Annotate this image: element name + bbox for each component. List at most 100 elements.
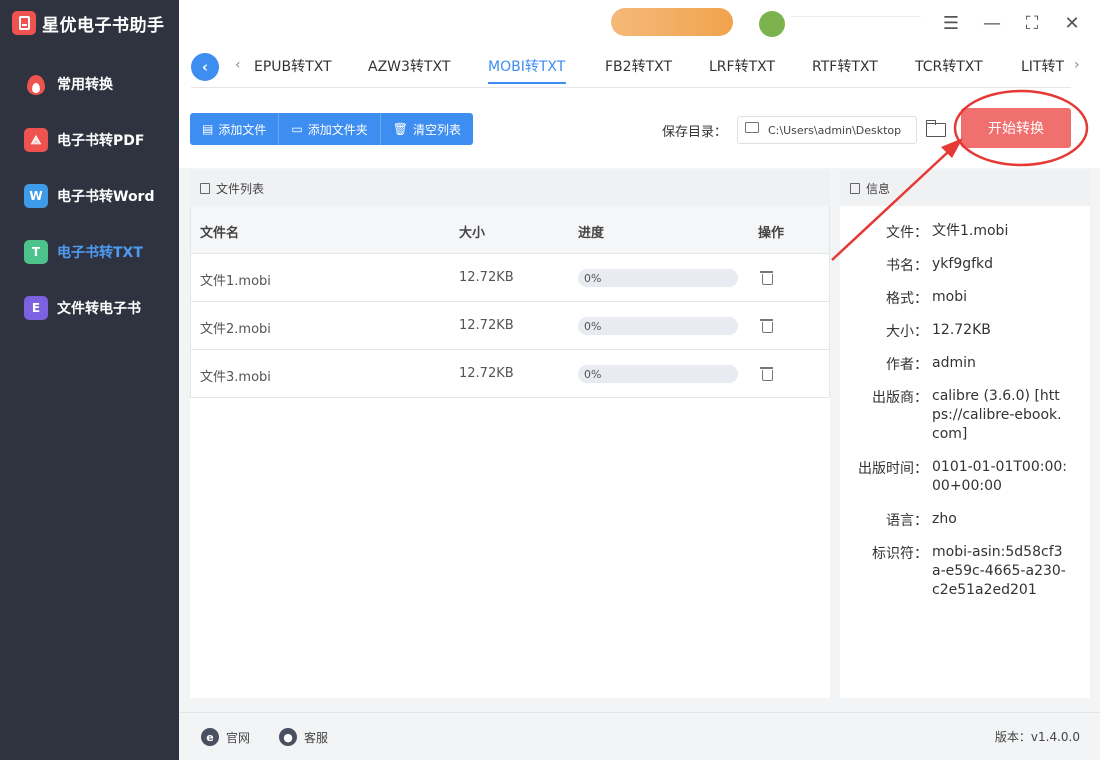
website-link[interactable]: e 官网 xyxy=(201,728,250,746)
tab-fb2-to-txt[interactable]: FB2转TXT xyxy=(605,56,672,76)
delete-icon[interactable] xyxy=(760,269,774,285)
progress-bar: 0% xyxy=(578,269,738,287)
progress-bar: 0% xyxy=(578,317,738,335)
info-key: 书名： xyxy=(886,258,928,274)
file-name: 文件1.mobi xyxy=(200,274,271,289)
save-dir-label: 保存目录： xyxy=(662,125,728,140)
back-button[interactable]: ‹ xyxy=(191,53,219,81)
info-key: 出版时间： xyxy=(858,461,928,477)
info-value: 0101-01-01T00:00:00+00:00 xyxy=(932,459,1067,494)
info-doc-icon xyxy=(850,182,860,194)
delete-icon[interactable] xyxy=(760,365,774,381)
info-row-size: 大小： 12.72KB xyxy=(840,321,1090,341)
table-row[interactable]: 文件1.mobi 12.72KB 0% xyxy=(190,254,830,302)
app-title: 星优电子书助手 xyxy=(42,15,165,36)
tabs-scroll-right-icon[interactable]: › xyxy=(1074,57,1080,73)
close-icon[interactable]: ✕ xyxy=(1061,12,1083,34)
title-bar: ☰ — ⛶ ✕ xyxy=(179,0,1100,48)
avatar[interactable] xyxy=(759,11,785,37)
column-header-name: 文件名 xyxy=(200,226,240,241)
file-name: 文件2.mobi xyxy=(200,322,271,337)
browser-icon: e xyxy=(201,728,219,746)
sidebar-item-label: 文件转电子书 xyxy=(57,301,141,317)
tab-mobi-to-txt[interactable]: MOBI转TXT xyxy=(488,56,565,76)
info-row-file: 文件： 文件1.mobi xyxy=(840,222,1090,242)
vip-badge[interactable] xyxy=(611,8,733,36)
info-value: zho xyxy=(932,511,957,527)
add-folder-button[interactable]: ▭ 添加文件夹 xyxy=(279,113,381,145)
ebook-icon: E xyxy=(24,296,48,320)
info-value: admin xyxy=(932,355,976,371)
sidebar-item-ebook-to-pdf[interactable]: ⟁ 电子书转PDF xyxy=(0,118,179,162)
sidebar-item-label: 常用转换 xyxy=(57,77,113,93)
tab-azw3-to-txt[interactable]: AZW3转TXT xyxy=(368,56,450,76)
progress-text: 0% xyxy=(584,368,602,381)
column-header-progress: 进度 xyxy=(578,226,605,241)
info-key: 格式： xyxy=(886,291,928,307)
tab-lit-to-txt[interactable]: LIT转TXT xyxy=(1021,56,1064,76)
file-list-panel: 文件列表 文件名 大小 进度 操作 文件1.mobi 12.72KB 0% 文件… xyxy=(190,170,830,698)
folder-small-icon xyxy=(745,122,759,133)
table-row[interactable]: 文件3.mobi 12.72KB 0% xyxy=(190,350,830,398)
clear-list-button[interactable]: 🗑 清空列表 xyxy=(380,113,473,145)
start-convert-button[interactable]: 开始转换 xyxy=(961,108,1071,148)
sidebar-item-label: 电子书转TXT xyxy=(57,245,143,261)
table-header: 文件名 大小 进度 操作 xyxy=(190,206,830,254)
word-icon: W xyxy=(24,184,48,208)
app-logo-icon xyxy=(12,11,36,35)
sidebar-item-common-convert[interactable]: 常用转换 xyxy=(0,62,179,106)
sidebar: 星优电子书助手 常用转换 ⟁ 电子书转PDF W 电子书转Word T 电子书转… xyxy=(0,0,179,760)
info-row-language: 语言： zho xyxy=(840,510,1090,530)
progress-bar: 0% xyxy=(578,365,738,383)
settings-sliders-icon[interactable]: ☰ xyxy=(940,12,962,34)
support-link[interactable]: ● 客服 xyxy=(279,728,328,746)
version-text: 版本：v1.4.0.0 xyxy=(994,730,1080,744)
info-row-publish-date: 出版时间： 0101-01-01T00:00:00+00:00 xyxy=(840,458,1090,496)
add-file-button[interactable]: ▤ 添加文件 xyxy=(190,113,280,145)
tab-tcr-to-txt[interactable]: TCR转TXT xyxy=(915,56,983,76)
minimize-icon[interactable]: — xyxy=(981,12,1003,34)
info-row-identifier: 标识符： mobi-asin:5d58cf3a-e59c-4665-a230-c… xyxy=(840,543,1090,600)
file-name: 文件3.mobi xyxy=(200,370,271,385)
tab-epub-to-txt[interactable]: EPUB转TXT xyxy=(254,56,332,76)
tab-rtf-to-txt[interactable]: RTF转TXT xyxy=(812,56,878,76)
info-key: 大小： xyxy=(886,324,928,340)
support-label: 客服 xyxy=(304,730,329,745)
info-value: 文件1.mobi xyxy=(932,223,1009,239)
info-value: mobi xyxy=(932,289,967,305)
list-icon xyxy=(200,182,210,194)
info-value: ykf9gfkd xyxy=(932,256,994,272)
txt-icon: T xyxy=(24,240,48,264)
tabs-scroll-left-icon[interactable]: ‹ xyxy=(235,57,241,73)
sidebar-item-ebook-to-txt[interactable]: T 电子书转TXT xyxy=(0,230,179,274)
file-size: 12.72KB xyxy=(459,318,514,333)
sidebar-item-ebook-to-word[interactable]: W 电子书转Word xyxy=(0,174,179,218)
footer: e 官网 ● 客服 版本：v1.4.0.0 xyxy=(179,712,1100,760)
info-row-author: 作者： admin xyxy=(840,354,1090,374)
delete-icon[interactable] xyxy=(760,317,774,333)
info-key: 语言： xyxy=(886,513,928,529)
info-key: 标识符： xyxy=(872,546,928,562)
file-list-header: 文件列表 xyxy=(190,170,830,206)
trash-icon: 🗑 xyxy=(392,122,408,136)
sidebar-item-file-to-ebook[interactable]: E 文件转电子书 xyxy=(0,286,179,330)
sidebar-item-label: 电子书转PDF xyxy=(57,133,145,149)
info-row-format: 格式： mobi xyxy=(840,288,1090,308)
info-header: 信息 xyxy=(840,170,1090,206)
save-dir-input[interactable] xyxy=(737,116,917,144)
progress-text: 0% xyxy=(584,320,602,333)
info-value: 12.72KB xyxy=(932,322,991,338)
tab-clip: TCR转TXT LIT转TXT xyxy=(915,48,1064,86)
info-key: 文件： xyxy=(886,225,928,241)
sidebar-item-label: 电子书转Word xyxy=(57,189,155,205)
info-row-book-name: 书名： ykf9gfkd xyxy=(840,255,1090,275)
folder-icon: ▭ xyxy=(291,122,303,136)
flame-icon xyxy=(24,71,48,97)
progress-text: 0% xyxy=(584,272,602,285)
table-row[interactable]: 文件2.mobi 12.72KB 0% xyxy=(190,302,830,350)
tab-lrf-to-txt[interactable]: LRF转TXT xyxy=(709,56,775,76)
maximize-icon[interactable]: ⛶ xyxy=(1021,12,1043,34)
browse-folder-icon[interactable] xyxy=(926,120,946,137)
clear-list-label: 清空列表 xyxy=(412,122,461,137)
file-button-group: ▤ 添加文件 ▭ 添加文件夹 🗑 清空列表 xyxy=(190,113,473,145)
